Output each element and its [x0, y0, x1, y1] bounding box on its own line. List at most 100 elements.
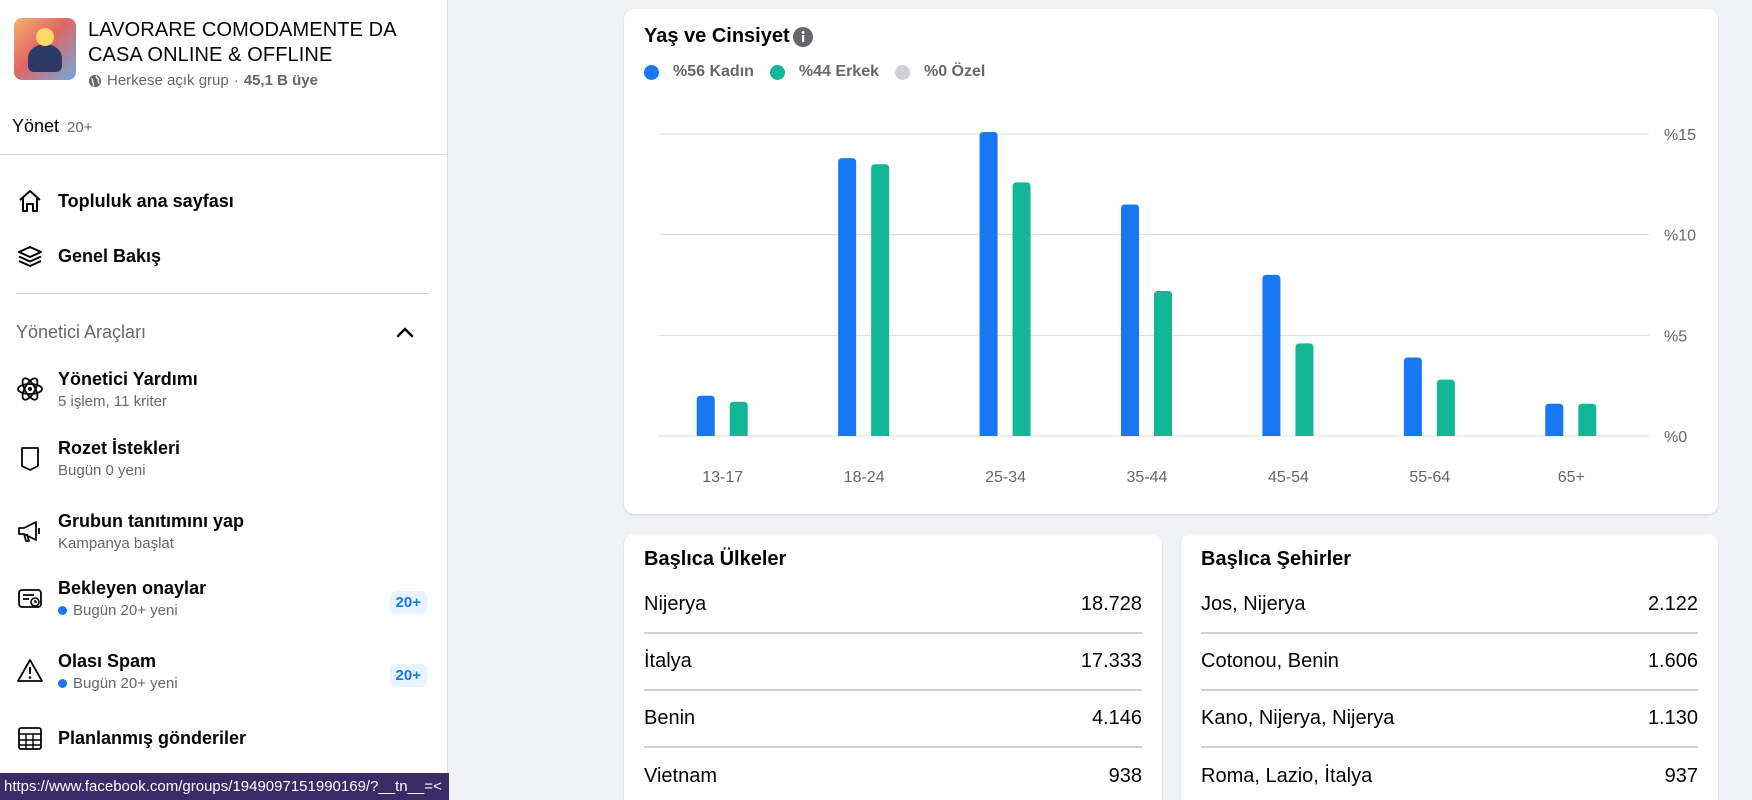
bar-male: [1578, 403, 1597, 436]
x-tick-label: 65+: [1558, 469, 1585, 486]
admin-assist-icon: [17, 377, 43, 401]
chevron-up-icon[interactable]: [394, 322, 416, 344]
x-tick-label: 25-34: [985, 469, 1026, 486]
admin-assist-sub: 5 işlem, 11 kriter: [58, 393, 167, 410]
promote-group-item[interactable]: Grubun tanıtımını yap Kampanya başlat: [16, 510, 430, 552]
x-tick-label: 55-64: [1409, 469, 1450, 486]
status-bar-url: https://www.facebook.com/groups/19490971…: [0, 773, 449, 800]
admin-tools-title: Yönetici Araçları: [16, 322, 147, 342]
bar-female: [1545, 403, 1564, 436]
bar-male: [1295, 343, 1314, 436]
country-name: İtalya: [644, 650, 692, 672]
age-gender-bar-chart: %0 %5 %10 %15 13-17 18-24 25-34 35-44 45-54 55-64…: [659, 127, 1696, 486]
possible-spam-title: Olası Spam: [58, 651, 157, 671]
manage-count: 20+: [67, 119, 93, 136]
cities-title: Başlıca Şehirler: [1201, 548, 1352, 570]
promote-group-sub: Kampanya başlat: [58, 535, 174, 552]
sidebar: LAVORARE COMODAMENTE DA CASA ONLINE & OF…: [0, 0, 448, 800]
group-name[interactable]: LAVORARE COMODAMENTE DA CASA ONLINE & OF…: [88, 18, 434, 68]
megaphone-icon: [18, 521, 40, 542]
badge-requests-item[interactable]: Rozet İstekleri Bugün 0 yeni: [16, 437, 430, 479]
badge-icon: [21, 447, 39, 471]
nav-overview[interactable]: Genel Bakış: [16, 242, 430, 270]
city-row: Jos, Nijerya 2.122: [1201, 577, 1698, 634]
city-name: Kano, Nijerya, Nijerya: [1201, 707, 1395, 729]
badge-requests-title: Rozet İstekleri: [58, 438, 181, 458]
bar-male: [1012, 182, 1031, 436]
unread-dot: [58, 606, 67, 615]
legend-dot: [894, 64, 910, 80]
city-name: Cotonou, Benin: [1201, 650, 1339, 672]
pending-icon: [18, 589, 42, 608]
pending-count-badge: 20+: [389, 591, 427, 614]
scheduled-posts-item[interactable]: Planlanmış gönderiler: [16, 724, 430, 752]
legend-item-custom[interactable]: %0 Özel: [894, 63, 986, 81]
bar-female: [838, 158, 857, 436]
nav-community-home[interactable]: Topluluk ana sayfası: [16, 187, 430, 215]
x-tick-label: 13-17: [702, 469, 743, 486]
promote-group-title: Grubun tanıtımını yap: [58, 511, 245, 531]
legend-item-female[interactable]: %56 Kadın: [644, 63, 754, 81]
country-value: 4.146: [1091, 707, 1142, 729]
country-row: Nijerya 18.728: [644, 577, 1142, 634]
country-value: 18.728: [1080, 593, 1142, 615]
legend-item-male[interactable]: %44 Erkek: [769, 63, 879, 81]
possible-spam-sub: Bugün 20+ yeni: [73, 675, 178, 692]
x-tick-label: 35-44: [1127, 469, 1168, 486]
admin-assist-item[interactable]: Yönetici Yardımı 5 işlem, 11 kriter: [16, 368, 430, 410]
pending-approvals-item[interactable]: Bekleyen onaylar Bugün 20+ yeni: [16, 577, 430, 619]
city-row: Kano, Nijerya, Nijerya 1.130: [1201, 691, 1698, 748]
city-value: 1.130: [1647, 707, 1698, 729]
countries-title: Başlıca Ülkeler: [644, 548, 787, 570]
country-name: Nijerya: [644, 593, 707, 615]
x-tick-label: 45-54: [1268, 469, 1309, 486]
bar-male: [871, 164, 890, 436]
legend-label-custom: %0 Özel: [923, 63, 986, 80]
y-tick-label: %15: [1664, 127, 1696, 144]
y-tick-label: %5: [1664, 328, 1687, 345]
country-name: Benin: [644, 707, 696, 729]
meta-separator: ·: [233, 72, 239, 89]
calendar-icon: [18, 727, 42, 750]
bar-female: [1403, 357, 1422, 436]
info-icon[interactable]: [792, 26, 814, 48]
pending-approvals-sub: Bugün 20+ yeni: [73, 602, 178, 619]
legend-dot: [644, 64, 659, 80]
group-members: 45,1 B üye: [243, 72, 318, 89]
group-header[interactable]: LAVORARE COMODAMENTE DA CASA ONLINE & OF…: [14, 18, 434, 89]
group-avatar[interactable]: [14, 18, 76, 80]
top-cities-card: Başlıca Şehirler Jos, Nijerya 2.122 Coto…: [1181, 534, 1718, 800]
country-row: Vietnam 938: [644, 748, 1142, 800]
manage-header: Yönet 20+: [12, 116, 93, 137]
layers-icon: [18, 246, 42, 267]
bar-male: [1436, 379, 1455, 436]
pending-approvals-title: Bekleyen onaylar: [58, 578, 207, 598]
country-value: 17.333: [1080, 650, 1142, 672]
bar-female: [1121, 204, 1139, 436]
bar-female: [979, 131, 998, 436]
chart-title: Yaş ve Cinsiyet: [644, 25, 790, 47]
city-name: Roma, Lazio, İtalya: [1201, 765, 1373, 787]
divider: [16, 293, 428, 294]
badge-requests-sub: Bugün 0 yeni: [58, 462, 146, 479]
city-row: Roma, Lazio, İtalya 937: [1201, 748, 1698, 800]
unread-dot: [58, 679, 67, 688]
country-name: Vietnam: [644, 765, 718, 787]
legend-label-male: %44 Erkek: [798, 63, 879, 80]
city-name: Jos, Nijerya: [1201, 593, 1306, 615]
manage-label: Yönet: [12, 116, 60, 136]
x-tick-label: 18-24: [844, 469, 885, 486]
y-tick-label: %0: [1664, 429, 1687, 446]
nav-home-label: Topluluk ana sayfası: [58, 191, 234, 211]
chart-legend: %56 Kadın %44 Erkek %0 Özel: [644, 63, 985, 81]
possible-spam-item[interactable]: Olası Spam Bugün 20+ yeni: [16, 650, 430, 692]
top-countries-card: Başlıca Ülkeler Nijerya 18.728 İtalya 17…: [624, 534, 1162, 800]
home-icon: [19, 190, 41, 212]
spam-count-badge: 20+: [389, 664, 427, 687]
city-row: Cotonou, Benin 1.606: [1201, 634, 1698, 691]
city-value: 2.122: [1647, 593, 1698, 615]
nav-overview-label: Genel Bakış: [58, 246, 162, 266]
group-meta: Herkese açık grup · 45,1 B üye: [88, 72, 434, 89]
bar-female: [1262, 274, 1281, 436]
warning-icon: [17, 659, 43, 682]
